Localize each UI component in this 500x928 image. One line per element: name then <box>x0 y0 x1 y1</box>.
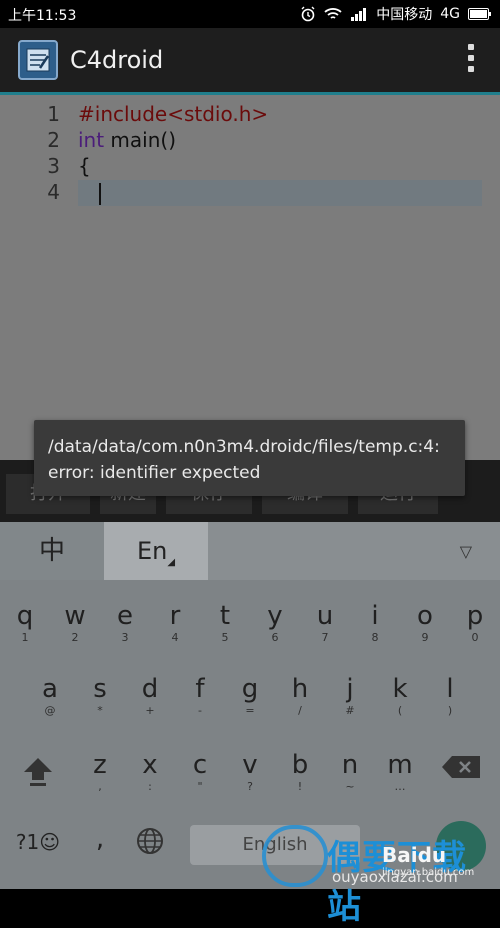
overflow-menu-icon[interactable] <box>468 44 476 77</box>
key-d[interactable]: d + <box>125 674 175 718</box>
keyboard-mode-bar: 中 En◢ ▽ <box>0 522 500 580</box>
text-caret <box>99 183 101 205</box>
key-a[interactable]: a @ <box>25 674 75 718</box>
key-v[interactable]: v? <box>225 750 275 794</box>
watermark-baidu-logo: Baidu <box>382 843 447 867</box>
key-g[interactable]: g = <box>225 674 275 718</box>
app-logo-icon <box>18 40 58 80</box>
key-j[interactable]: j # <box>325 674 375 718</box>
toast-message: /data/data/com.n0n3m4.droidc/files/temp.… <box>48 437 440 483</box>
code-token: { <box>78 154 91 178</box>
shift-icon[interactable] <box>14 750 62 790</box>
watermark-site-domain: ouyaoxiazai.com <box>332 868 458 886</box>
code-line[interactable]: { <box>78 153 91 179</box>
symbols-key[interactable]: ?1☺ <box>10 830 66 860</box>
key-y[interactable]: y6 <box>250 601 300 645</box>
key-m[interactable]: m… <box>375 750 425 794</box>
wifi-icon <box>324 8 342 19</box>
key-q[interactable]: q1 <box>0 601 50 645</box>
key-f[interactable]: f- <box>175 674 225 718</box>
code-editor[interactable]: 1 2 3 4 #include<stdio.h> int main() { <box>0 95 500 460</box>
key-l[interactable]: l) <box>425 674 475 718</box>
english-mode-key[interactable]: En◢ <box>104 522 208 580</box>
english-mode-label: En <box>136 537 168 565</box>
key-x[interactable]: x: <box>125 750 175 794</box>
key-i[interactable]: i8 <box>350 601 400 645</box>
watermark-badge-icon <box>262 825 328 887</box>
battery-icon <box>468 8 491 20</box>
error-toast: /data/data/com.n0n3m4.droidc/files/temp.… <box>34 420 465 496</box>
key-p[interactable]: p0 <box>450 601 500 645</box>
app-title: C4droid <box>70 46 164 74</box>
code-token: #include<stdio.h> <box>78 102 269 126</box>
key-r[interactable]: r4 <box>150 601 200 645</box>
signal-icon <box>351 8 367 21</box>
code-token: int <box>78 128 105 152</box>
key-e[interactable]: e3 <box>100 601 150 645</box>
line-number: 1 <box>47 102 60 126</box>
carrier-name: 中国移动 <box>376 7 433 23</box>
status-time: 上午11:53 <box>8 8 77 24</box>
line-number: 3 <box>47 154 60 178</box>
backspace-icon[interactable] <box>438 752 486 788</box>
key-n[interactable]: n ~ <box>325 750 375 794</box>
status-icons: 中国移动 4G <box>300 4 492 24</box>
key-w[interactable]: w2 <box>50 601 100 645</box>
collapse-keyboard-icon[interactable]: ▽ <box>460 542 472 561</box>
globe-icon[interactable] <box>134 826 166 858</box>
key-c[interactable]: c " <box>175 750 225 794</box>
line-number: 2 <box>47 128 60 152</box>
alarm-icon <box>301 6 315 22</box>
status-bar: 上午11:53 中国移动 4G <box>0 0 500 28</box>
comma-key[interactable]: , <box>88 824 112 854</box>
network-type: 4G <box>440 6 460 22</box>
chinese-mode-label: 中 <box>38 536 65 566</box>
app-bar: C4droid <box>0 28 500 95</box>
code-line[interactable]: #include<stdio.h> <box>78 101 268 127</box>
key-h[interactable]: h / <box>275 674 325 718</box>
code-token: main() <box>104 128 177 152</box>
key-k[interactable]: k( <box>375 674 425 718</box>
key-s[interactable]: s * <box>75 674 125 718</box>
code-line[interactable]: int main() <box>78 127 176 153</box>
key-z[interactable]: z, <box>75 750 125 794</box>
key-u[interactable]: u7 <box>300 601 350 645</box>
chinese-mode-key[interactable]: 中 <box>0 522 104 580</box>
key-t[interactable]: t5 <box>200 601 250 645</box>
key-o[interactable]: o9 <box>400 601 450 645</box>
corner-triangle-icon: ◢ <box>167 557 176 568</box>
line-number: 4 <box>47 180 60 204</box>
current-line-highlight <box>78 180 482 206</box>
key-b[interactable]: b! <box>275 750 325 794</box>
